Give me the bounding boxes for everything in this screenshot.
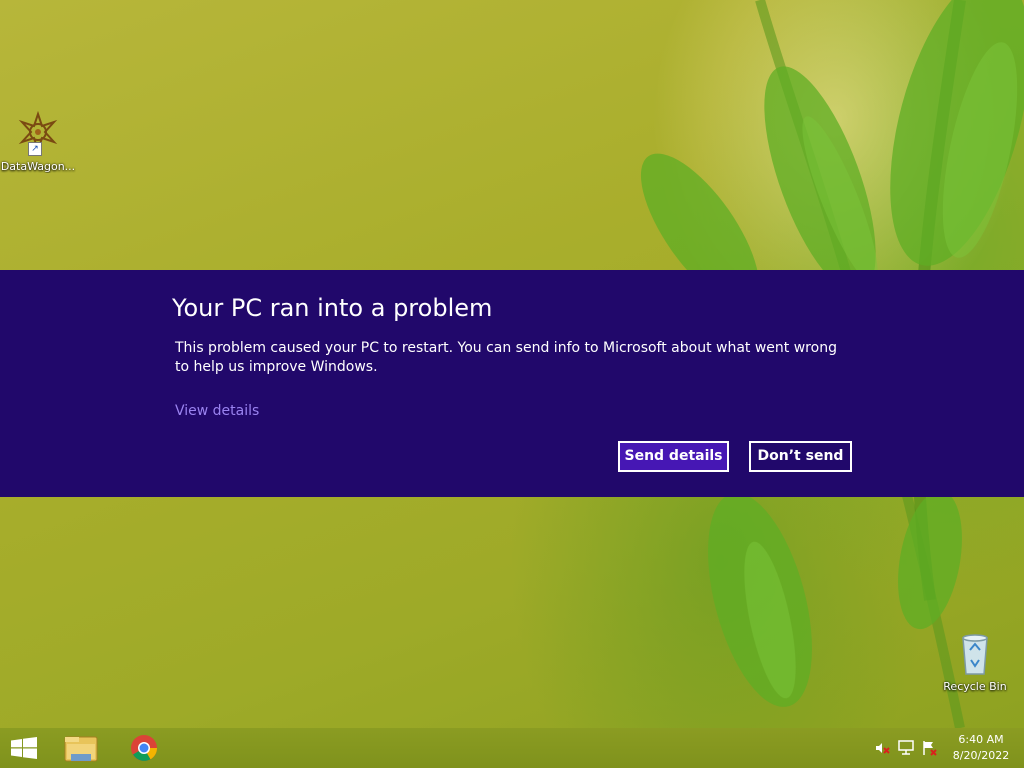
desktop-icon-label: DataWagon... (0, 160, 76, 173)
shortcut-arrow-icon: ↗ (28, 142, 42, 156)
taskbar-file-explorer[interactable] (57, 728, 105, 768)
datawagon-icon: ↗ (14, 110, 62, 158)
error-title: Your PC ran into a problem (172, 294, 493, 322)
desktop-icon-datawagon[interactable]: ↗ DataWagon... (0, 110, 76, 173)
tray-volume[interactable] (874, 740, 890, 756)
tray-action-center[interactable] (922, 740, 938, 756)
taskbar-clock[interactable]: 6:40 AM 8/20/2022 (946, 732, 1016, 764)
send-details-button[interactable]: Send details (618, 441, 729, 472)
chrome-icon (131, 735, 158, 761)
tray-network[interactable] (898, 740, 914, 756)
dont-send-button[interactable]: Don’t send (749, 441, 852, 472)
desktop-icon-label: Recycle Bin (943, 680, 1007, 693)
windows-start-icon (11, 737, 37, 759)
start-button[interactable] (0, 728, 48, 768)
clock-time: 6:40 AM (958, 733, 1004, 746)
error-dialog: Your PC ran into a problem This problem … (0, 270, 1024, 497)
taskbar: 6:40 AM 8/20/2022 (0, 728, 1024, 768)
desktop-icon-recycle-bin[interactable]: Recycle Bin (937, 630, 1013, 693)
action-center-flag-icon (923, 741, 937, 756)
error-message: This problem caused your PC to restart. … (175, 340, 837, 375)
network-icon (898, 740, 914, 755)
recycle-bin-icon (951, 630, 999, 678)
file-explorer-icon (64, 736, 98, 762)
volume-muted-icon (876, 743, 890, 754)
taskbar-chrome[interactable] (120, 728, 168, 768)
clock-date: 8/20/2022 (952, 749, 1010, 762)
view-details-link[interactable]: View details (175, 403, 259, 419)
